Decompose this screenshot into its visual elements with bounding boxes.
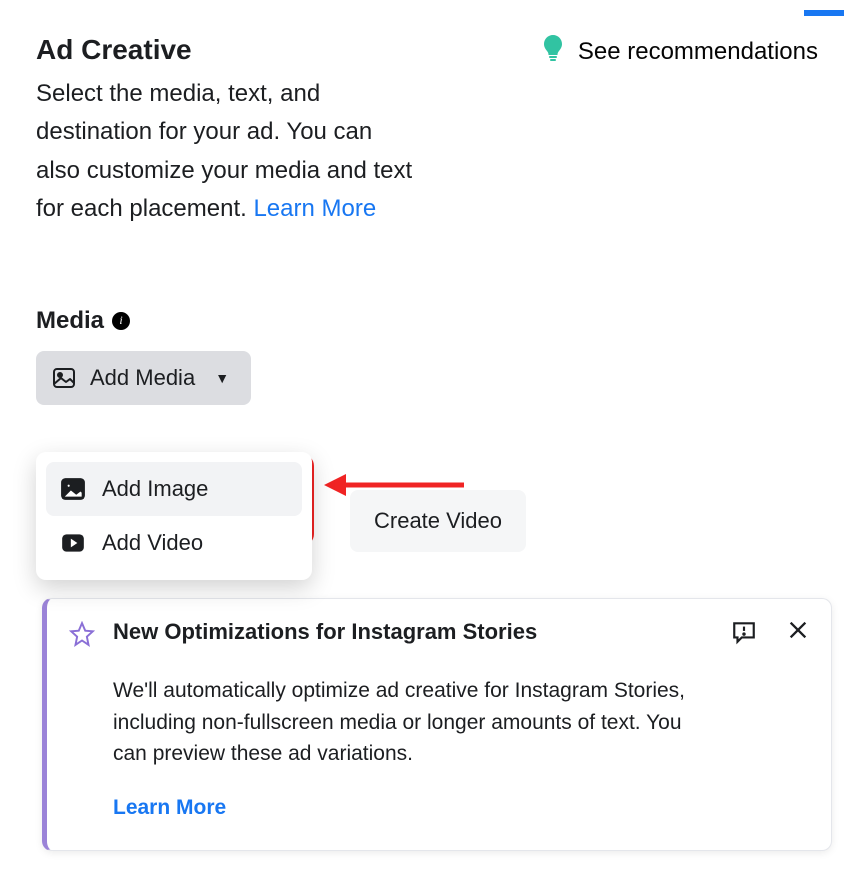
header-row: Ad Creative See recommendations xyxy=(36,34,822,69)
caret-down-icon: ▼ xyxy=(215,370,229,386)
card-learn-more-link[interactable]: Learn More xyxy=(113,796,226,819)
accent-bar xyxy=(804,10,844,16)
learn-more-link[interactable]: Learn More xyxy=(253,195,376,222)
add-media-label: Add Media xyxy=(90,365,195,391)
close-icon[interactable] xyxy=(787,619,809,646)
add-image-label: Add Image xyxy=(102,476,208,502)
optimization-card: New Optimizations for Instagram Stories … xyxy=(42,598,832,851)
section-description: Select the media, text, and destination … xyxy=(36,75,416,229)
bulb-icon xyxy=(542,34,564,69)
card-body: New Optimizations for Instagram Stories … xyxy=(113,619,701,820)
media-label: Media xyxy=(36,307,104,335)
image-icon xyxy=(60,476,86,502)
feedback-icon[interactable] xyxy=(731,619,757,650)
add-media-button[interactable]: Add Media ▼ xyxy=(36,351,251,405)
video-icon xyxy=(60,530,86,556)
recommendations-label: See recommendations xyxy=(578,38,818,66)
card-actions xyxy=(731,619,809,820)
card-text: We'll automatically optimize ad creative… xyxy=(113,675,701,770)
menu-item-add-video[interactable]: Add Video xyxy=(46,516,302,570)
star-icon xyxy=(69,621,95,820)
add-video-label: Add Video xyxy=(102,530,203,556)
add-media-dropdown: Add Image Add Video xyxy=(36,452,312,580)
card-title: New Optimizations for Instagram Stories xyxy=(113,619,701,645)
menu-item-add-image[interactable]: Add Image xyxy=(46,462,302,516)
section-title: Ad Creative xyxy=(36,34,192,66)
ad-creative-section: Ad Creative See recommendations Select t… xyxy=(0,0,858,405)
media-label-row: Media i xyxy=(36,307,822,335)
info-icon[interactable]: i xyxy=(112,312,130,330)
image-icon xyxy=(52,366,76,390)
create-video-button[interactable]: Create Video xyxy=(350,490,526,552)
see-recommendations-link[interactable]: See recommendations xyxy=(542,34,822,69)
